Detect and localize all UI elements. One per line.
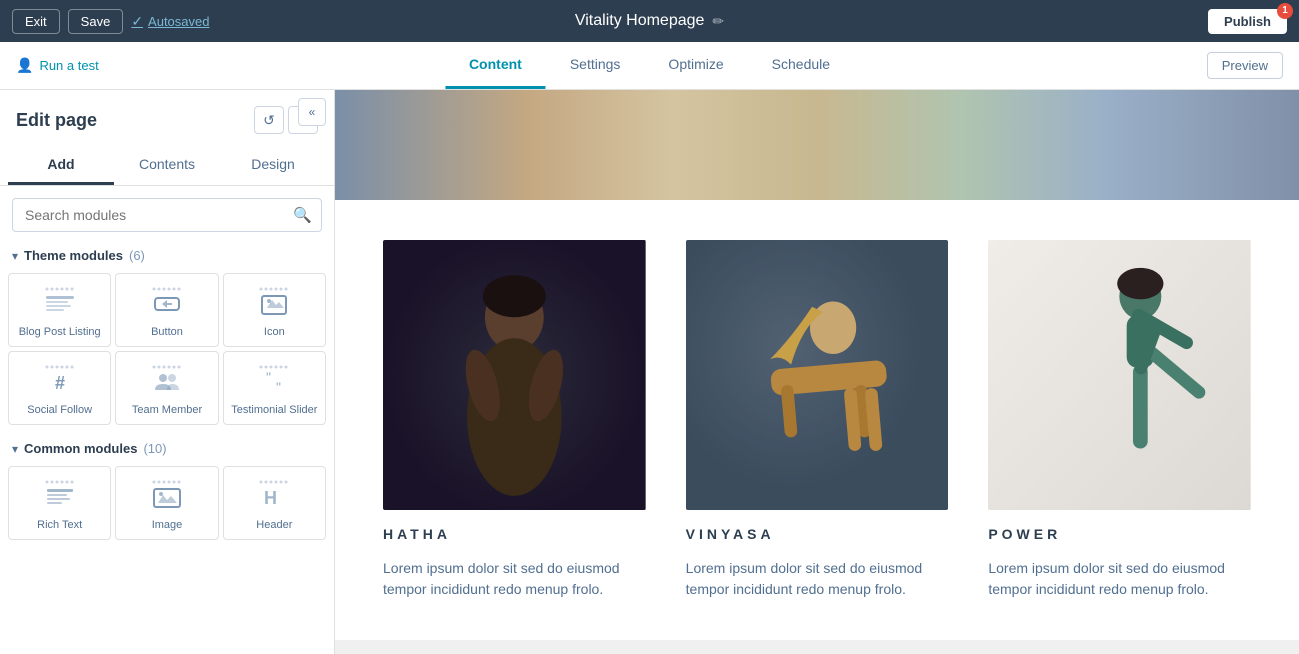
svg-text:H: H	[264, 488, 277, 508]
hero-image	[335, 90, 1299, 200]
team-member-icon	[149, 362, 185, 398]
module-label-team-member: Team Member	[132, 404, 202, 416]
module-label-button: Button	[151, 326, 183, 338]
search-icon[interactable]: 🔍	[293, 206, 312, 224]
tab-optimize[interactable]: Optimize	[644, 42, 747, 89]
module-label-blog-post-listing: Blog Post Listing	[19, 326, 101, 338]
nav-tabs: Content Settings Optimize Schedule	[445, 42, 854, 89]
tab-content[interactable]: Content	[445, 42, 546, 89]
class-card-vinyasa: VINYASA Lorem ipsum dolor sit sed do eiu…	[686, 240, 949, 600]
content-area: HATHA Lorem ipsum dolor sit sed do eiusm…	[335, 90, 1299, 654]
common-modules-count: (10)	[143, 441, 166, 456]
module-label-rich-text: Rich Text	[37, 519, 82, 531]
class-image-vinyasa	[686, 240, 949, 510]
class-image-hatha	[383, 240, 646, 510]
svg-text:#: #	[55, 373, 65, 393]
theme-arrow-icon: ▾	[12, 249, 18, 263]
sidebar-tab-add[interactable]: Add	[8, 146, 114, 185]
publish-badge: 1	[1277, 3, 1293, 19]
header-module-icon: H	[256, 477, 292, 513]
class-name-hatha: HATHA	[383, 526, 646, 542]
module-team-member[interactable]: Team Member	[115, 351, 218, 425]
module-blog-post-listing[interactable]: Blog Post Listing	[8, 273, 111, 347]
tab-schedule[interactable]: Schedule	[748, 42, 854, 89]
sidebar-tabs: Add Contents Design	[0, 146, 334, 186]
svg-text:": "	[276, 379, 281, 395]
nav-bar: 👤 Run a test Content Settings Optimize S…	[0, 42, 1299, 90]
module-label-header: Header	[256, 519, 292, 531]
class-image-power	[988, 240, 1251, 510]
class-name-vinyasa: VINYASA	[686, 526, 949, 542]
tab-settings[interactable]: Settings	[546, 42, 645, 89]
save-button[interactable]: Save	[68, 9, 124, 34]
module-social-follow[interactable]: # Social Follow	[8, 351, 111, 425]
module-header[interactable]: H Header	[223, 466, 326, 540]
module-label-social-follow: Social Follow	[27, 404, 92, 416]
class-card-hatha: HATHA Lorem ipsum dolor sit sed do eiusm…	[383, 240, 646, 600]
page-title: Vitality Homepage	[575, 12, 705, 30]
theme-modules-count: (6)	[129, 248, 145, 263]
modules-section: ▾ Theme modules (6)	[0, 240, 334, 654]
publish-button[interactable]: Publish	[1208, 9, 1287, 34]
sidebar-tab-design[interactable]: Design	[220, 146, 326, 185]
collapse-button[interactable]: «	[298, 98, 326, 126]
search-input[interactable]	[12, 198, 322, 232]
main-layout: « Edit page ↺ ↻ Add Contents Design 🔍	[0, 90, 1299, 654]
sidebar-tab-contents[interactable]: Contents	[114, 146, 220, 185]
module-testimonial-slider[interactable]: " " Testimonial Slider	[223, 351, 326, 425]
run-test-label: Run a test	[39, 58, 98, 73]
common-modules-title: Common modules	[24, 441, 137, 456]
module-label-image: Image	[152, 519, 183, 531]
run-test-link[interactable]: 👤 Run a test	[16, 57, 99, 74]
module-label-icon: Icon	[264, 326, 285, 338]
module-button[interactable]: Button	[115, 273, 218, 347]
theme-modules-title: Theme modules	[24, 248, 123, 263]
exit-button[interactable]: Exit	[12, 9, 60, 34]
top-bar-right: Publish 1	[1208, 9, 1287, 34]
module-icon[interactable]: Icon	[223, 273, 326, 347]
theme-modules-header[interactable]: ▾ Theme modules (6)	[0, 240, 334, 269]
classes-section: HATHA Lorem ipsum dolor sit sed do eiusm…	[335, 200, 1299, 640]
class-name-power: POWER	[988, 526, 1251, 542]
sidebar-header: Edit page ↺ ↻	[0, 90, 334, 146]
module-image[interactable]: Image	[115, 466, 218, 540]
top-bar: Exit Save ✓ Autosaved Vitality Homepage …	[0, 0, 1299, 42]
autosaved-link[interactable]: ✓ Autosaved	[131, 13, 209, 30]
edit-page-title: Edit page	[16, 110, 97, 131]
pencil-icon[interactable]: ✏	[712, 13, 724, 30]
testimonial-slider-icon: " "	[256, 362, 292, 398]
icon-module-icon	[256, 284, 292, 320]
check-icon: ✓	[131, 13, 143, 30]
undo-button[interactable]: ↺	[254, 106, 284, 134]
class-desc-power: Lorem ipsum dolor sit sed do eiusmod tem…	[988, 558, 1251, 600]
image-module-icon	[149, 477, 185, 513]
module-label-testimonial-slider: Testimonial Slider	[231, 404, 317, 416]
classes-grid: HATHA Lorem ipsum dolor sit sed do eiusm…	[383, 240, 1251, 600]
person-icon: 👤	[16, 57, 33, 74]
class-desc-hatha: Lorem ipsum dolor sit sed do eiusmod tem…	[383, 558, 646, 600]
theme-modules-grid: Blog Post Listing	[0, 269, 334, 433]
module-rich-text[interactable]: Rich Text	[8, 466, 111, 540]
top-bar-left: Exit Save ✓ Autosaved	[12, 9, 209, 34]
common-modules-header[interactable]: ▾ Common modules (10)	[0, 433, 334, 462]
blog-post-listing-icon	[42, 284, 78, 320]
search-area: 🔍	[0, 186, 334, 240]
search-input-wrap: 🔍	[12, 198, 322, 232]
common-arrow-icon: ▾	[12, 442, 18, 456]
preview-button[interactable]: Preview	[1207, 52, 1283, 79]
svg-text:": "	[266, 369, 271, 385]
social-follow-icon: #	[42, 362, 78, 398]
sidebar: « Edit page ↺ ↻ Add Contents Design 🔍	[0, 90, 335, 654]
class-card-power: POWER Lorem ipsum dolor sit sed do eiusm…	[988, 240, 1251, 600]
top-bar-center: Vitality Homepage ✏	[575, 12, 724, 30]
rich-text-icon	[42, 477, 78, 513]
hero-image-inner	[335, 90, 1299, 200]
nav-bar-right: Preview	[1207, 52, 1283, 79]
class-desc-vinyasa: Lorem ipsum dolor sit sed do eiusmod tem…	[686, 558, 949, 600]
button-icon	[149, 284, 185, 320]
common-modules-grid: Rich Text	[0, 462, 334, 548]
